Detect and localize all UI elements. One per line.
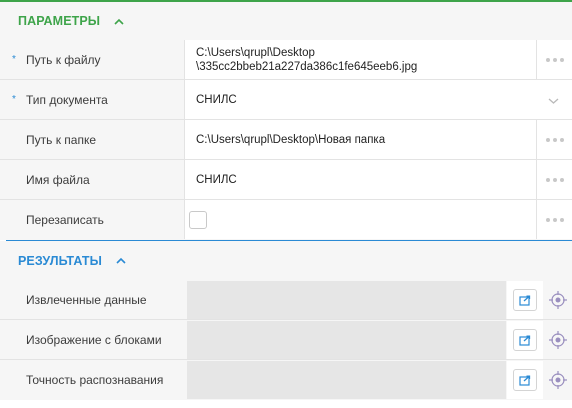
result-label-blocks-image: Изображение с блоками <box>26 333 162 347</box>
open-external-icon <box>519 295 531 306</box>
open-external-icon <box>519 335 531 346</box>
required-marker: * <box>12 54 16 65</box>
crosshair-target-icon[interactable] <box>548 290 568 310</box>
ellipsis-icon <box>545 137 550 142</box>
ellipsis-icon <box>545 217 550 222</box>
extracted-data-open-button[interactable] <box>513 289 537 311</box>
overwrite-more-button[interactable] <box>536 200 572 239</box>
param-row-file-path: * Путь к файлу C:\Users\qrupl\Desktop \3… <box>0 40 572 80</box>
document-type-select[interactable]: СНИЛС <box>184 80 572 119</box>
blocks-image-open-button[interactable] <box>513 329 537 351</box>
file-path-field[interactable]: C:\Users\qrupl\Desktop \335cc2bbeb21a227… <box>184 40 536 79</box>
blocks-image-open-wrap <box>507 321 543 359</box>
recognition-accuracy-open-wrap <box>507 361 543 399</box>
param-label-file-path: Путь к файлу <box>26 53 101 67</box>
folder-path-browse-button[interactable] <box>536 120 572 159</box>
chevron-down-icon[interactable] <box>548 94 559 108</box>
recognition-accuracy-field <box>187 361 506 399</box>
result-row-blocks-image: Изображение с блоками <box>0 320 572 360</box>
folder-path-field[interactable]: C:\Users\qrupl\Desktop\Новая папка <box>184 120 536 159</box>
chevron-up-icon[interactable] <box>114 18 124 25</box>
ellipsis-icon <box>545 57 550 62</box>
param-label-overwrite: Перезаписать <box>26 213 104 227</box>
extracted-data-open-wrap <box>507 281 543 319</box>
recognition-accuracy-open-button[interactable] <box>513 369 537 391</box>
param-row-document-type: * Тип документа СНИЛС <box>0 80 572 120</box>
results-section-header[interactable]: РЕЗУЛЬТАТЫ <box>0 241 572 280</box>
file-path-value-line1: C:\Users\qrupl\Desktop <box>196 46 315 59</box>
overwrite-field <box>184 200 536 239</box>
result-label-recognition-accuracy: Точность распознавания <box>26 373 164 387</box>
open-external-icon <box>519 375 531 386</box>
param-label-folder-path: Путь к папке <box>26 133 97 147</box>
param-label-document-type: Тип документа <box>26 93 108 107</box>
result-label-extracted-data: Извлеченные данные <box>26 293 147 307</box>
ellipsis-icon <box>545 177 550 182</box>
file-name-more-button[interactable] <box>536 160 572 199</box>
document-type-value: СНИЛС <box>196 93 237 106</box>
extracted-data-field <box>187 281 506 319</box>
param-row-folder-path: Путь к папке C:\Users\qrupl\Desktop\Нова… <box>0 120 572 160</box>
result-row-extracted-data: Извлеченные данные <box>0 280 572 320</box>
file-path-browse-button[interactable] <box>536 40 572 79</box>
file-name-field[interactable]: СНИЛС <box>184 160 536 199</box>
param-row-overwrite: Перезаписать <box>0 200 572 240</box>
param-label-file-name: Имя файла <box>26 173 90 187</box>
result-row-recognition-accuracy: Точность распознавания <box>0 360 572 400</box>
crosshair-target-icon[interactable] <box>548 330 568 350</box>
chevron-up-icon[interactable] <box>116 257 126 264</box>
file-name-value: СНИЛС <box>196 173 237 186</box>
params-section-header[interactable]: ПАРАМЕТРЫ <box>0 2 572 40</box>
params-section-title: ПАРАМЕТРЫ <box>18 14 101 28</box>
overwrite-checkbox[interactable] <box>189 210 207 229</box>
required-marker: * <box>12 94 16 105</box>
crosshair-target-icon[interactable] <box>548 370 568 390</box>
blocks-image-field <box>187 321 506 359</box>
file-path-value-line2: \335cc2bbeb21a227da386c1fe645eeb6.jpg <box>196 60 418 73</box>
param-row-file-name: Имя файла СНИЛС <box>0 160 572 200</box>
results-section-title: РЕЗУЛЬТАТЫ <box>18 253 102 268</box>
folder-path-value: C:\Users\qrupl\Desktop\Новая папка <box>196 133 386 146</box>
